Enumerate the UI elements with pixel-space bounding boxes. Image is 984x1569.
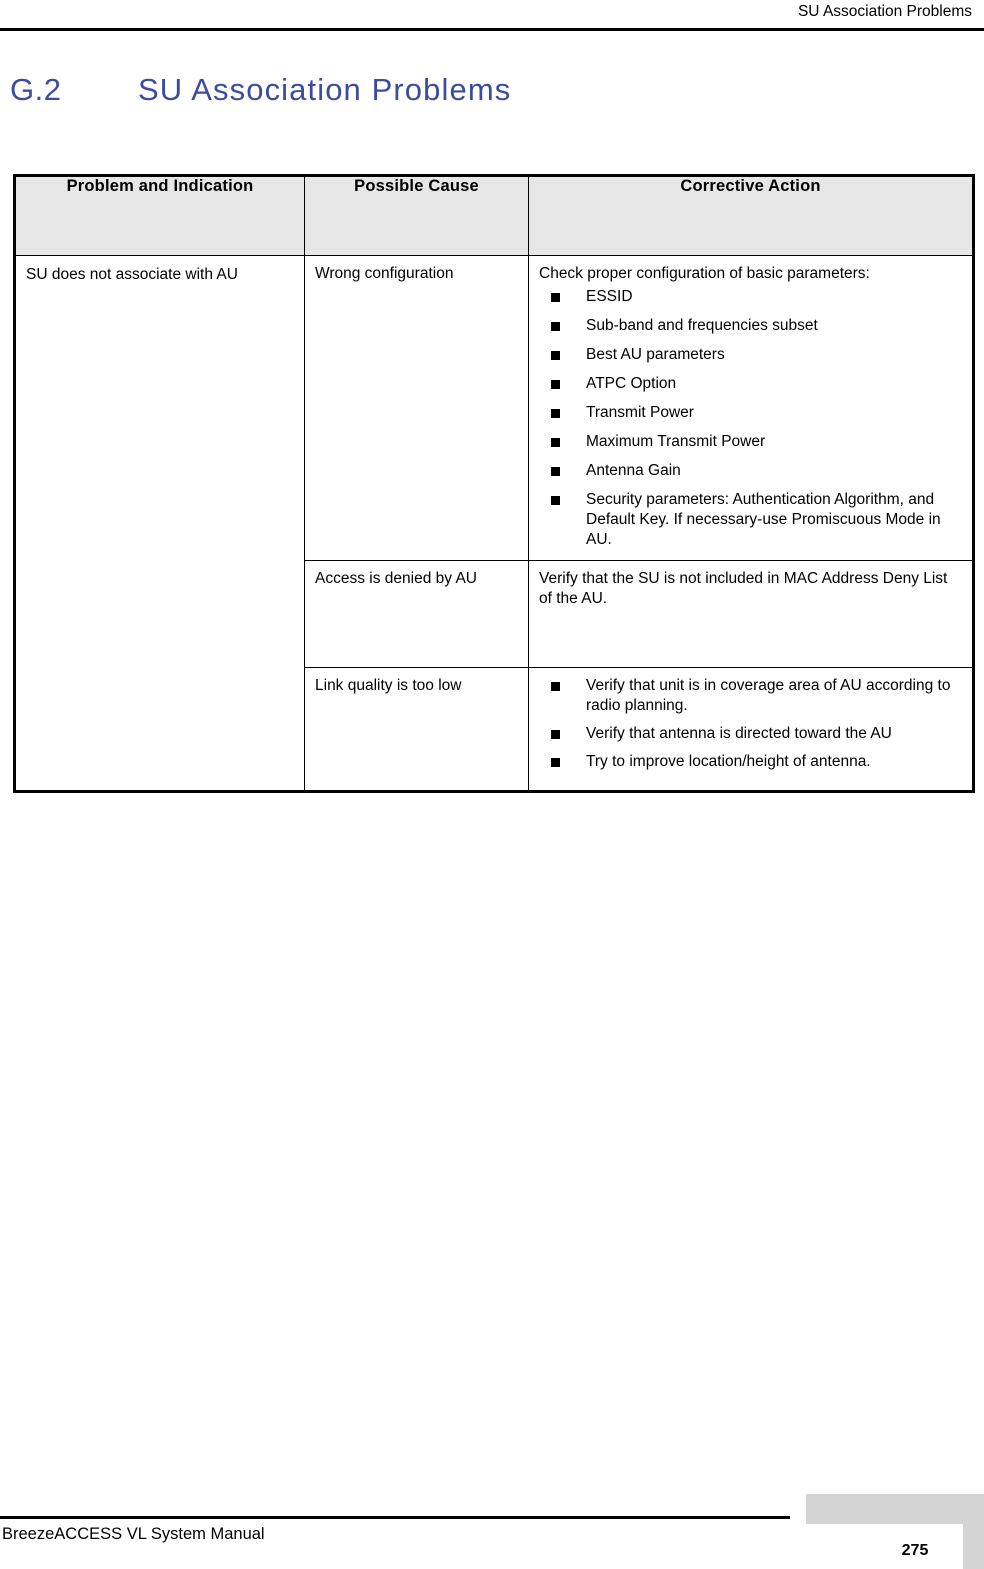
- column-header-problem: Problem and Indication: [14, 175, 305, 256]
- list-item: Maximum Transmit Power: [539, 432, 963, 452]
- list-item-label: Antenna Gain: [586, 462, 681, 479]
- square-bullet-icon: [551, 409, 560, 418]
- cause-text: Access is denied by AU: [315, 570, 477, 587]
- square-bullet-icon: [551, 322, 560, 331]
- list-item: Sub-band and frequencies subset: [539, 316, 963, 336]
- square-bullet-icon: [551, 438, 560, 447]
- square-bullet-icon: [551, 293, 560, 302]
- list-item-label: Best AU parameters: [586, 346, 725, 363]
- list-item: Verify that antenna is directed toward t…: [539, 724, 963, 744]
- square-bullet-icon: [551, 380, 560, 389]
- cell-possible-cause: Link quality is too low: [304, 667, 529, 792]
- troubleshooting-table-wrapper: Problem and Indication Possible Cause Co…: [13, 174, 975, 793]
- table-body: SU does not associate with AU Wrong conf…: [14, 255, 974, 792]
- list-item: Security parameters: Authentication Algo…: [539, 490, 963, 550]
- cell-possible-cause: Access is denied by AU: [304, 560, 529, 668]
- footer-gray-block: [806, 1494, 984, 1524]
- action-intro-text: Check proper configuration of basic para…: [539, 265, 870, 282]
- footer-divider-rule: [0, 1516, 790, 1519]
- table-head: Problem and Indication Possible Cause Co…: [14, 175, 974, 256]
- table-row: SU does not associate with AU Wrong conf…: [14, 255, 974, 792]
- list-item: ESSID: [539, 287, 963, 307]
- square-bullet-icon: [551, 730, 560, 739]
- footer-gray-block-tail: [963, 1494, 984, 1569]
- list-item-label: ESSID: [586, 288, 633, 305]
- column-header-cause: Possible Cause: [304, 175, 529, 256]
- troubleshooting-table: Problem and Indication Possible Cause Co…: [13, 174, 975, 793]
- header-divider-rule: [0, 28, 984, 31]
- list-item-label: Security parameters: Authentication Algo…: [586, 491, 941, 548]
- cell-problem-indication: SU does not associate with AU: [14, 255, 305, 792]
- column-header-action: Corrective Action: [528, 175, 974, 256]
- list-item-label: Transmit Power: [586, 404, 694, 421]
- list-item: Verify that unit is in coverage area of …: [539, 676, 963, 716]
- list-item-label: Maximum Transmit Power: [586, 433, 766, 450]
- list-item: Try to improve location/height of antenn…: [539, 752, 963, 772]
- list-item-label: ATPC Option: [586, 375, 677, 392]
- page-running-header: SU Association Problems: [0, 0, 984, 32]
- running-header-text: SU Association Problems: [797, 3, 972, 20]
- page-number: 275: [901, 1542, 929, 1559]
- list-item-label: Try to improve location/height of antenn…: [586, 753, 871, 770]
- cell-corrective-action: Check proper configuration of basic para…: [528, 255, 974, 561]
- table-header-row: Problem and Indication Possible Cause Co…: [14, 175, 974, 256]
- list-item-label: Verify that antenna is directed toward t…: [586, 725, 892, 742]
- cell-corrective-action: Verify that unit is in coverage area of …: [528, 667, 974, 792]
- problem-text: SU does not associate with AU: [26, 266, 238, 283]
- square-bullet-icon: [551, 682, 560, 691]
- square-bullet-icon: [551, 758, 560, 767]
- action-bullet-list: ESSID Sub-band and frequencies subset Be…: [539, 287, 963, 550]
- list-item: ATPC Option: [539, 374, 963, 394]
- action-bullet-list: Verify that unit is in coverage area of …: [539, 676, 963, 772]
- square-bullet-icon: [551, 496, 560, 505]
- cause-text: Link quality is too low: [315, 677, 462, 694]
- list-item-label: Verify that unit is in coverage area of …: [586, 677, 951, 714]
- square-bullet-icon: [551, 467, 560, 476]
- footer-manual-title: BreezeACCESS VL System Manual: [2, 1525, 265, 1543]
- action-intro-text: Verify that the SU is not included in MA…: [539, 570, 948, 607]
- square-bullet-icon: [551, 351, 560, 360]
- list-item: Transmit Power: [539, 403, 963, 423]
- list-item: Antenna Gain: [539, 461, 963, 481]
- cell-corrective-action: Verify that the SU is not included in MA…: [528, 560, 974, 668]
- page-title: G.2 SU Association Problems: [10, 72, 910, 120]
- heading-section-title: SU Association Problems: [138, 72, 512, 107]
- cell-possible-cause: Wrong configuration: [304, 255, 529, 561]
- cause-text: Wrong configuration: [315, 265, 454, 282]
- list-item-label: Sub-band and frequencies subset: [586, 317, 818, 334]
- list-item: Best AU parameters: [539, 345, 963, 365]
- heading-section-number: G.2: [10, 72, 62, 107]
